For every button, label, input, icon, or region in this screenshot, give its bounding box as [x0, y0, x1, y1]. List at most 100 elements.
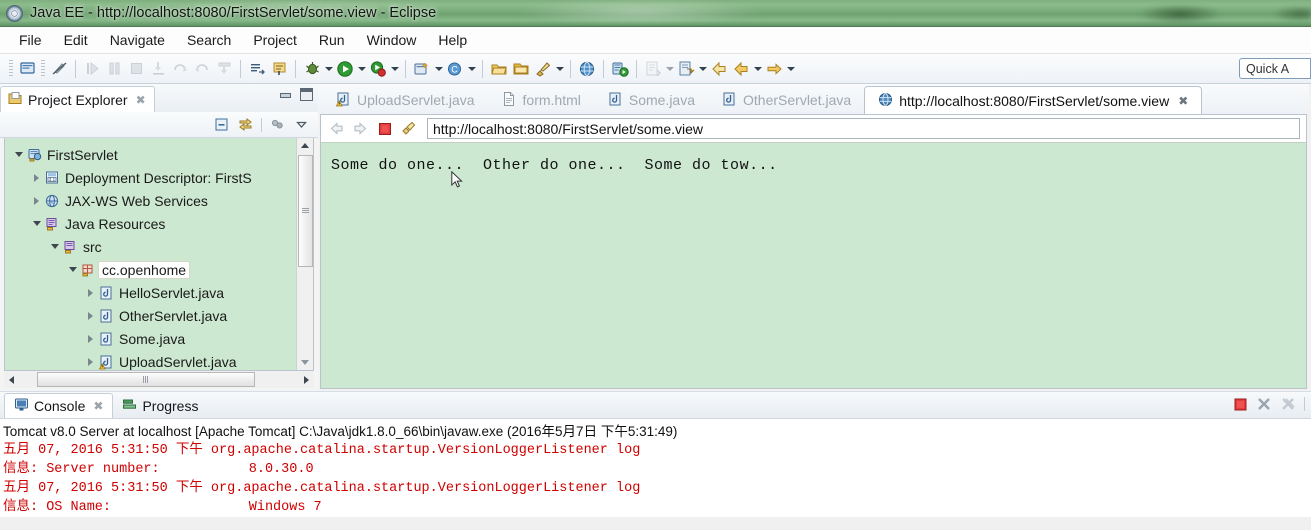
menu-project[interactable]: Project [242, 29, 308, 51]
tree-item-cc-openhome[interactable]: cc.openhome [5, 258, 296, 281]
close-icon[interactable]: ✖ [1178, 94, 1188, 108]
twisty-expanded-icon[interactable] [65, 267, 80, 272]
scroll-thumb[interactable] [297, 155, 313, 267]
editor-tab-some-java[interactable]: Some.java [594, 86, 708, 114]
view-menu-chevron-icon[interactable] [293, 116, 310, 133]
menu-run[interactable]: Run [308, 29, 356, 51]
run-external-dropdown-arrow[interactable] [389, 58, 400, 80]
tab-progress[interactable]: Progress [113, 393, 207, 418]
tree-item-jax-ws-web-services[interactable]: JAX-WS Web Services [5, 189, 296, 212]
web-browser-icon[interactable] [576, 58, 598, 80]
maximize-view-button[interactable] [300, 88, 313, 101]
refresh-icon[interactable] [399, 119, 418, 138]
run-dropdown-arrow[interactable] [356, 58, 367, 80]
twisty-collapsed-icon[interactable] [83, 334, 98, 343]
tab-project-explorer[interactable]: Project Explorer ✖ [0, 86, 155, 112]
hscroll-track[interactable] [19, 372, 299, 387]
twisty-collapsed-icon[interactable] [29, 173, 44, 182]
editor-tab-form-html[interactable]: form.html [488, 86, 594, 114]
tree-item-some-java[interactable]: Some.java [5, 327, 296, 350]
tree-item-java-resources[interactable]: Java Resources [5, 212, 296, 235]
terminate-icon[interactable] [1232, 396, 1248, 412]
tree-item-helloservlet-java[interactable]: HelloServlet.java [5, 281, 296, 304]
forward-arrow-icon[interactable] [763, 58, 785, 80]
debug-dropdown-arrow[interactable] [323, 58, 334, 80]
run-icon[interactable] [334, 58, 356, 80]
forward-history-icon[interactable] [730, 58, 752, 80]
tree-item-uploadservlet-java[interactable]: UploadServlet.java [5, 350, 296, 370]
twisty-collapsed-icon[interactable] [83, 357, 98, 366]
stop-icon[interactable] [375, 119, 394, 138]
twisty-collapsed-icon[interactable] [83, 311, 98, 320]
new-class-dropdown-arrow[interactable] [466, 58, 477, 80]
editor-tab-otherservlet-java[interactable]: OtherServlet.java [708, 86, 864, 114]
scroll-up-arrow-icon[interactable] [298, 138, 313, 153]
open-folder-icon[interactable] [488, 58, 510, 80]
twisty-expanded-icon[interactable] [29, 221, 44, 226]
new-java-project-dropdown-arrow[interactable] [433, 58, 444, 80]
toolbar-drag-handle-2[interactable] [41, 59, 45, 78]
step-into-icon [147, 58, 169, 80]
new-wizard-icon[interactable] [16, 58, 38, 80]
back-dropdown-arrow[interactable] [752, 58, 763, 80]
search-dropdown-arrow[interactable] [554, 58, 565, 80]
remove-all-launch-icon[interactable] [1280, 396, 1296, 412]
open-project-icon[interactable] [510, 58, 532, 80]
tree-item-deployment-descriptor-firsts[interactable]: 3.1 Deployment Descriptor: FirstS [5, 166, 296, 189]
menubar: File Edit Navigate Search Project Run Wi… [0, 27, 1311, 54]
link-with-editor-icon[interactable] [237, 116, 254, 133]
close-icon[interactable]: ✖ [93, 399, 103, 413]
twisty-collapsed-icon[interactable] [83, 288, 98, 297]
back-icon[interactable] [327, 119, 346, 138]
new-java-project-icon[interactable] [411, 58, 433, 80]
scroll-left-arrow-icon[interactable] [4, 372, 19, 387]
previous-edit-icon[interactable] [675, 58, 697, 80]
tree-horizontal-scrollbar[interactable] [4, 371, 314, 388]
new-class-icon[interactable]: C [444, 58, 466, 80]
tree-item-firstservlet[interactable]: FirstServlet [5, 143, 296, 166]
menu-file[interactable]: File [8, 29, 53, 51]
editor-tab-uploadservlet-java[interactable]: UploadServlet.java [322, 86, 488, 114]
collapse-all-icon[interactable] [213, 116, 230, 133]
twisty-collapsed-icon[interactable] [29, 196, 44, 205]
scroll-right-arrow-icon[interactable] [299, 372, 314, 387]
menu-help[interactable]: Help [427, 29, 478, 51]
tab-console[interactable]: Console ✖ [4, 393, 114, 418]
forward-icon[interactable] [351, 119, 370, 138]
menu-edit[interactable]: Edit [53, 29, 99, 51]
open-task-icon[interactable] [268, 58, 290, 80]
twisty-expanded-icon[interactable] [47, 244, 62, 249]
internal-web-browser: http://localhost:8080/FirstServlet/some.… [320, 114, 1307, 389]
hscroll-thumb[interactable] [37, 372, 255, 387]
quick-access-input[interactable]: Quick A [1239, 58, 1311, 79]
next-annotation-icon[interactable] [642, 58, 664, 80]
menu-search[interactable]: Search [176, 29, 242, 51]
close-icon[interactable]: ✖ [136, 93, 146, 107]
run-external-tools-icon[interactable] [367, 58, 389, 80]
back-history-icon[interactable] [708, 58, 730, 80]
previous-edit-dropdown-arrow[interactable] [697, 58, 708, 80]
next-annotation-dropdown-arrow[interactable] [664, 58, 675, 80]
url-input[interactable]: http://localhost:8080/FirstServlet/some.… [427, 118, 1300, 139]
tree-item-src[interactable]: src [5, 235, 296, 258]
menu-window[interactable]: Window [356, 29, 428, 51]
tree-item-label: FirstServlet [47, 146, 118, 163]
scroll-track[interactable] [297, 153, 313, 355]
twisty-expanded-icon[interactable] [11, 152, 26, 157]
tree-item-otherservlet-java[interactable]: OtherServlet.java [5, 304, 296, 327]
console-output[interactable]: Tomcat v8.0 Server at localhost [Apache … [0, 418, 1311, 517]
menu-navigate[interactable]: Navigate [99, 29, 176, 51]
run-server-icon[interactable] [609, 58, 631, 80]
minimize-view-button[interactable] [279, 88, 292, 101]
view-menu-filter-icon[interactable] [269, 116, 286, 133]
no-edit-icon[interactable] [48, 58, 70, 80]
scroll-down-arrow-icon[interactable] [298, 355, 313, 370]
search-brush-icon[interactable] [532, 58, 554, 80]
remove-launch-icon[interactable] [1256, 396, 1272, 412]
debug-icon[interactable] [301, 58, 323, 80]
tree-vertical-scrollbar[interactable] [296, 138, 313, 370]
editor-tab-http-localhost-8080-firstservlet-some-view[interactable]: http://localhost:8080/FirstServlet/some.… [864, 86, 1203, 114]
open-type-icon[interactable] [246, 58, 268, 80]
forward-dropdown-arrow[interactable] [785, 58, 796, 80]
toolbar-drag-handle[interactable] [9, 59, 13, 78]
